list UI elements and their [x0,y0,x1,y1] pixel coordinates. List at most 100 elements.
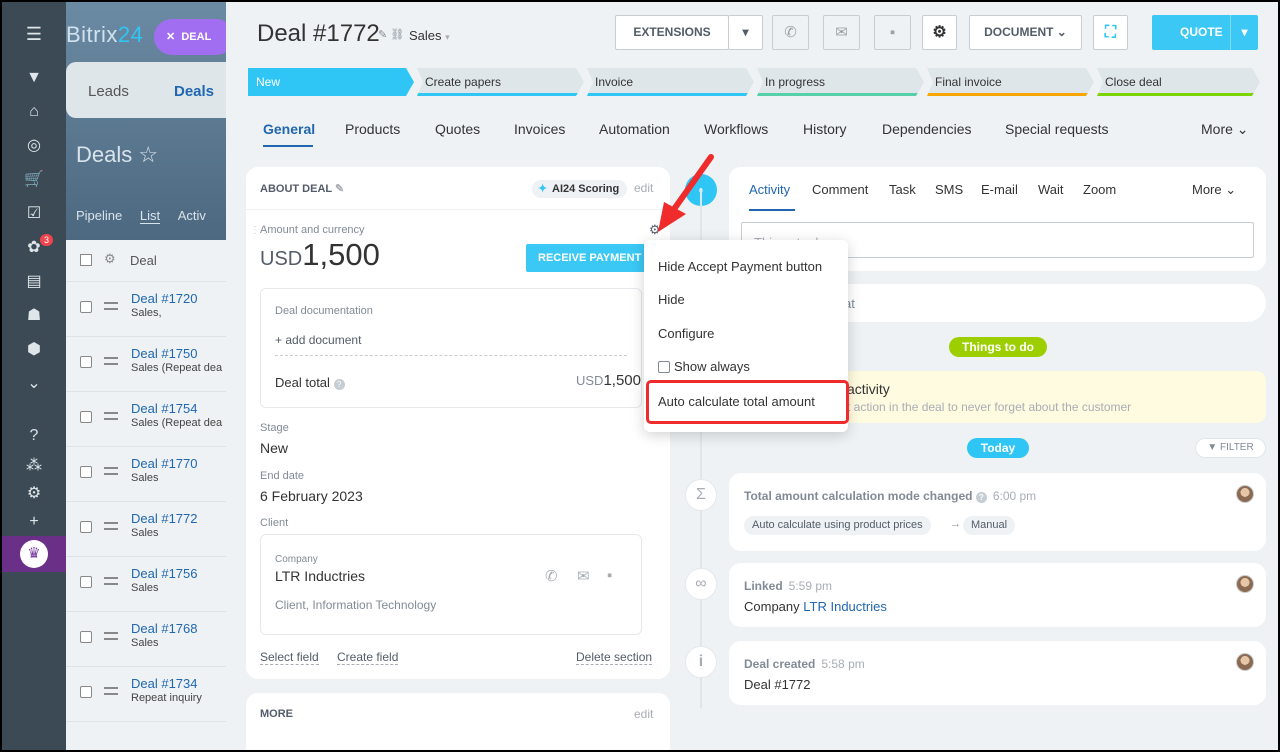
plus-icon[interactable]: + [24,512,44,532]
avatar[interactable] [1236,653,1254,671]
bg-list[interactable]: List [139,208,161,224]
table-row[interactable]: Deal #1750 Sales (Repeat dea [66,337,246,392]
tasks-icon[interactable]: ☑ [24,204,44,224]
crown-icon[interactable]: ♛ [20,540,48,568]
ai24-scoring-badge[interactable]: ✦ AI24 Scoring [532,180,628,198]
settings-gear-icon[interactable]: ⚙ [922,15,957,50]
delete-section-link[interactable]: Delete section [576,650,653,665]
company-name[interactable]: LTR Inductries [275,568,365,584]
gear-icon[interactable]: ⚙ [104,251,116,267]
chat-icon[interactable]: ▪ [874,15,911,50]
avatar[interactable] [1236,485,1254,503]
box-icon[interactable]: ⬢ [24,340,44,360]
row-checkbox[interactable] [80,521,92,533]
menu-item-hide[interactable]: Hide [658,292,685,307]
create-field-link[interactable]: Create field [337,650,399,665]
filter-button[interactable]: ▼ FILTER [1195,438,1266,458]
phone-icon[interactable]: ✆ [545,567,558,585]
table-row[interactable]: Deal #1754 Sales (Repeat dea [66,392,246,447]
add-document-link[interactable]: + add document [275,333,361,347]
row-checkbox[interactable] [80,466,92,478]
filter-icon[interactable]: ▼ [24,68,44,88]
tab-special-requests[interactable]: Special requests [1005,121,1109,137]
edit-link[interactable]: edit [634,181,653,195]
chevron-down-icon[interactable]: ⌄ [24,374,44,394]
extensions-button[interactable]: EXTENSIONS [615,15,729,50]
phone-icon[interactable]: ✆ [772,15,809,50]
tab-underline [749,209,795,211]
more-edit-link[interactable]: edit [634,707,653,721]
bg-subnav: Pipeline List Activ [76,208,206,224]
tab-history[interactable]: History [803,121,847,137]
stage-final-invoice[interactable]: Final invoice [927,68,1094,96]
table-row[interactable]: Deal #1756 Sales [66,557,246,612]
tab-zoom[interactable]: Zoom [1083,182,1116,197]
tab-sms[interactable]: SMS [935,182,963,197]
tab-general[interactable]: General [263,121,315,137]
settings-icon[interactable]: ⚙ [24,484,44,504]
feed-body: Deal #1772 [744,677,811,692]
menu-icon[interactable]: ☰ [24,24,44,44]
row-checkbox[interactable] [80,631,92,643]
cart-icon[interactable]: 🛒 [24,170,44,190]
chat-icon[interactable]: ▪ [607,567,612,584]
menu-item-show-always[interactable]: Show always [658,359,750,374]
category-select[interactable]: Sales ▾ [409,28,450,43]
table-row[interactable]: Deal #1772 Sales [66,502,246,557]
stage-close-deal[interactable]: Close deal [1097,68,1260,96]
tab-wait[interactable]: Wait [1038,182,1064,197]
help-icon[interactable]: ? [24,426,44,446]
tab-products[interactable]: Products [345,121,400,137]
stage-new[interactable]: New [248,68,414,96]
document-button[interactable]: DOCUMENT ⌄ [969,15,1082,50]
robot-icon[interactable]: ☗ [24,306,44,326]
row-checkbox[interactable] [80,576,92,588]
mail-icon[interactable]: ✉ [577,567,590,585]
edit-title-icon[interactable]: ✎ ⛓ [378,28,404,41]
tab-task[interactable]: Task [889,182,916,197]
tab-leads[interactable]: Leads [88,83,129,100]
tab-more[interactable]: More ⌄ [1201,121,1249,138]
menu-item-hide-accept-payment[interactable]: Hide Accept Payment button [658,259,822,274]
target-icon[interactable]: ◎ [24,136,44,156]
select-all-checkbox[interactable] [80,254,92,266]
table-row[interactable]: Deal #1768 Sales [66,612,246,667]
quote-dropdown[interactable]: ▾ [1230,15,1258,50]
tab-automation[interactable]: Automation [599,121,670,137]
tab-email[interactable]: E-mail [981,182,1018,197]
receive-payment-button[interactable]: RECEIVE PAYMENT [526,244,650,272]
bg-pipeline[interactable]: Pipeline [76,208,122,223]
row-checkbox[interactable] [80,356,92,368]
menu-item-configure[interactable]: Configure [658,326,714,341]
table-row[interactable]: Deal #1770 Sales [66,447,246,502]
company-link[interactable]: LTR Inductries [803,599,887,614]
scan-icon[interactable]: ⛶ [1093,15,1128,50]
tab-comment[interactable]: Comment [812,182,868,197]
tab-dependencies[interactable]: Dependencies [882,121,972,137]
tab-activity[interactable]: Activity [749,182,790,197]
avatar[interactable] [1236,575,1254,593]
tab-workflows[interactable]: Workflows [704,121,768,137]
table-row[interactable]: Deal #1734 Repeat inquiry [66,667,246,722]
deal-pill[interactable]: ✕ DEAL [154,19,234,55]
stage-create-papers[interactable]: Create papers [417,68,584,96]
mail-icon[interactable]: ✉ [823,15,860,50]
select-field-link[interactable]: Select field [260,650,319,665]
quote-button[interactable]: QUOTE ▾ [1152,15,1258,50]
contacts-icon[interactable]: ▤ [24,272,44,292]
table-row[interactable]: Deal #1720 Sales, [66,282,246,337]
bg-activity[interactable]: Activ [178,208,206,223]
home-icon[interactable]: ⌂ [24,102,44,122]
stage-in-progress[interactable]: In progress [757,68,924,96]
tab-invoices[interactable]: Invoices [514,121,565,137]
show-always-checkbox[interactable] [658,361,670,373]
stage-invoice[interactable]: Invoice [587,68,754,96]
row-checkbox[interactable] [80,301,92,313]
tab-activity-more[interactable]: More ⌄ [1192,182,1236,198]
tab-quotes[interactable]: Quotes [435,121,480,137]
tab-deals[interactable]: Deals [174,83,214,100]
structure-icon[interactable]: ⁂ [24,456,44,476]
extensions-dropdown[interactable]: ▾ [728,15,763,50]
row-checkbox[interactable] [80,411,92,423]
row-checkbox[interactable] [80,686,92,698]
